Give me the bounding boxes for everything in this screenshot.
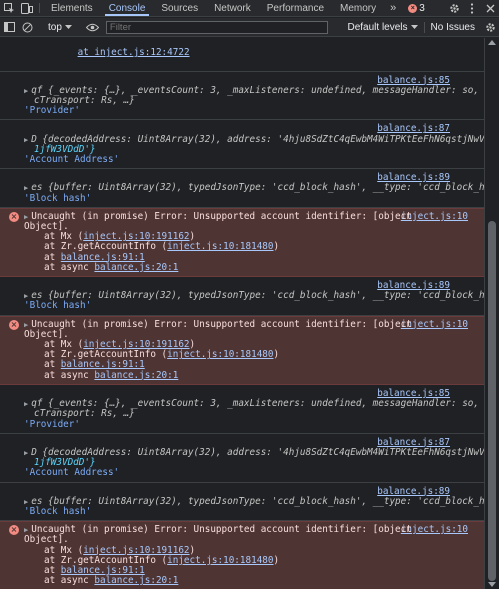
more-tabs-button[interactable]: » — [384, 0, 402, 16]
more-options-icon[interactable] — [463, 0, 481, 16]
device-toolbar-icon[interactable] — [18, 0, 36, 16]
stack-frame-link[interactable]: inject.js:10:181480 — [167, 241, 273, 252]
object-preview-cont: cTransport: Rs, …} — [34, 408, 135, 420]
string-value: 'Block hash' — [24, 300, 92, 312]
scrollbar-thumb[interactable] — [488, 221, 496, 581]
context-select[interactable]: top — [43, 22, 77, 33]
log-levels-label: Default levels — [347, 21, 408, 33]
log-message: balance.js:85 ▶ qf {_events: {…}, _events… — [0, 72, 484, 121]
devtools-tab-bar: Elements Console Sources Network Perform… — [0, 0, 499, 17]
clear-console-icon[interactable] — [18, 18, 36, 37]
issues-button[interactable]: No Issues — [423, 21, 481, 33]
tab-elements[interactable]: Elements — [43, 0, 101, 16]
tab-sources[interactable]: Sources — [153, 0, 206, 16]
scroll-up-icon[interactable] — [488, 40, 496, 45]
chevron-down-icon — [410, 22, 418, 33]
error-text: Uncaught (in promise) Error: Unsupported… — [31, 318, 412, 330]
log-message: balance.js:89 ▶ es {buffer: Uint8Array(32… — [0, 277, 484, 316]
error-count: 3 — [419, 2, 425, 14]
error-text: Uncaught (in promise) Error: Unsupported… — [31, 210, 412, 222]
error-message: × inject.js:10 ▶ Uncaught (in promise) Err… — [0, 521, 484, 589]
console-toolbar: top Default levels No Issues — [0, 18, 499, 37]
log-message: balance.js:87 ▶ D {decodedAddress: Uint8A… — [0, 434, 484, 483]
stack-frame-link[interactable]: balance.js:20:1 — [94, 262, 178, 273]
expand-triangle-icon[interactable]: ▶ — [24, 321, 28, 329]
tab-performance[interactable]: Performance — [259, 0, 332, 16]
error-message: × inject.js:10 ▶ Uncaught (in promise) Err… — [0, 315, 484, 385]
expand-triangle-icon[interactable]: ▶ — [24, 292, 28, 300]
console-messages: at inject.js:12:4722 balance.js:85 ▶ qf {… — [0, 38, 484, 589]
expand-triangle-icon[interactable]: ▶ — [24, 498, 28, 506]
error-icon: × — [9, 211, 19, 222]
error-message: × inject.js:10 ▶ Uncaught (in promise) Err… — [0, 207, 484, 278]
log-message: balance.js:89 ▶ es {buffer: Uint8Array(32… — [0, 483, 484, 522]
expand-triangle-icon[interactable]: ▶ — [24, 184, 28, 192]
filter-input[interactable] — [105, 20, 328, 34]
stack-frame-link[interactable]: inject.js:10:181480 — [167, 555, 273, 566]
gear-icon[interactable] — [445, 0, 463, 16]
eye-icon[interactable] — [84, 18, 102, 37]
error-icon: × — [9, 319, 19, 330]
error-icon: × — [408, 3, 418, 13]
expand-triangle-icon[interactable]: ▶ — [24, 87, 28, 95]
log-message: balance.js:85 ▶ qf {_events: {…}, _events… — [0, 385, 484, 434]
error-icon: × — [9, 525, 19, 536]
trace-continuation: at inject.js:12:4722 — [0, 38, 484, 72]
expand-triangle-icon[interactable]: ▶ — [24, 136, 28, 144]
string-value: 'Account Address' — [24, 467, 120, 479]
string-value: 'Block hash' — [24, 505, 92, 517]
chevron-down-icon — [64, 22, 72, 33]
log-message: balance.js:89 ▶ es {buffer: Uint8Array(32… — [0, 169, 484, 208]
log-levels-select[interactable]: Default levels — [342, 22, 424, 33]
expand-triangle-icon[interactable]: ▶ — [24, 213, 28, 221]
expand-triangle-icon[interactable]: ▶ — [24, 526, 28, 534]
context-value: top — [48, 21, 62, 33]
sidebar-toggle-icon[interactable] — [0, 18, 18, 37]
string-value: 'Provider' — [24, 105, 80, 117]
stack-frame-link[interactable]: balance.js:20:1 — [94, 370, 178, 381]
stack-frame-link[interactable]: inject.js:10:181480 — [167, 349, 273, 360]
inspect-element-icon[interactable] — [0, 0, 18, 16]
string-value: 'Provider' — [24, 418, 80, 430]
stack-frame: at async balance.js:20:1 — [44, 575, 179, 587]
expand-triangle-icon[interactable]: ▶ — [24, 400, 28, 408]
string-value: 'Account Address' — [24, 154, 120, 166]
log-message: balance.js:87 ▶ D {decodedAddress: Uint8A… — [0, 120, 484, 170]
scroll-down-icon[interactable] — [488, 582, 496, 587]
stack-frame: at async balance.js:20:1 — [44, 369, 179, 381]
stack-frame: at async balance.js:20:1 — [44, 261, 179, 273]
string-value: 'Block hash' — [24, 192, 92, 204]
tab-network[interactable]: Network — [206, 0, 259, 16]
error-count-badge[interactable]: × 3 — [408, 0, 425, 16]
error-text: Uncaught (in promise) Error: Unsupported… — [31, 524, 412, 536]
close-icon[interactable] — [481, 0, 499, 16]
console-settings-gear-icon[interactable] — [481, 18, 499, 37]
object-preview-cont: cTransport: Rs, …} — [34, 95, 135, 107]
tab-console[interactable]: Console — [101, 0, 154, 16]
console-scrollbar[interactable] — [484, 38, 499, 589]
stack-frame-link[interactable]: balance.js:20:1 — [94, 575, 178, 586]
expand-triangle-icon[interactable]: ▶ — [24, 449, 28, 457]
tab-divider — [39, 3, 40, 13]
stack-frame-link[interactable]: at inject.js:12:4722 — [78, 47, 190, 58]
tab-memory[interactable]: Memory — [332, 0, 384, 16]
